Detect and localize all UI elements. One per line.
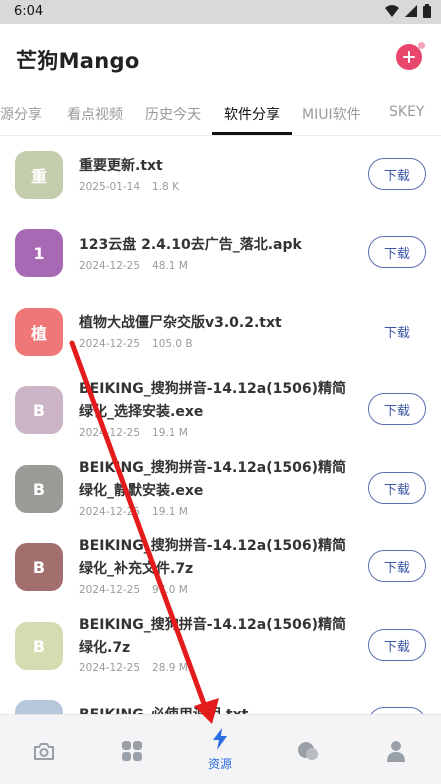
file-date: 2024-12-25 (79, 662, 141, 674)
nav-resources-label: 资源 (207, 757, 232, 771)
nav-chat[interactable] (264, 715, 352, 784)
category-tabs: 资源分享 看点视频 历史今天 软件分享 MIUI软件 SKEY (0, 94, 441, 136)
file-meta: 2024-12-25 19.1 M (79, 506, 200, 518)
file-avatar: B (15, 465, 63, 513)
file-avatar: 重 (15, 151, 63, 199)
grid-icon (122, 741, 142, 761)
active-tab-indicator (212, 132, 292, 135)
file-avatar: B (15, 700, 63, 714)
download-button[interactable]: 下载 (368, 707, 426, 714)
app-title: 芒狗Mango (16, 49, 140, 73)
list-item[interactable]: 植 植物大战僵尸杂交版v3.0.2.txt 2024-12-25 105.0 B … (0, 294, 441, 372)
download-button[interactable]: 下载 (368, 236, 426, 268)
download-button[interactable]: 下载 (368, 158, 426, 190)
list-item[interactable]: 1 123云盘 2.4.10去广告_落北.apk 2024-12-25 48.1 … (0, 215, 441, 293)
file-size: 19.1 M (152, 506, 188, 518)
file-date: 2024-12-25 (79, 260, 141, 272)
file-name: BEIKING_搜狗拼音-14.12a(1506)精简绿化.7z (79, 617, 347, 656)
file-name: BEIKING_搜狗拼音-14.12a(1506)精简绿化_选择安装.exe (79, 381, 347, 420)
status-icons (385, 4, 431, 18)
file-avatar: 1 (15, 229, 63, 277)
download-button[interactable]: 下载 (368, 550, 426, 582)
list-item[interactable]: B BEIKING_搜狗拼音-14.12a(1506)精简绿化_补充文件.7z … (0, 529, 441, 607)
file-date: 2024-12-25 (79, 506, 141, 518)
file-size: 97.0 M (152, 584, 188, 596)
file-list: 重 重要更新.txt 2025-01-14 1.8 K 下载 1 123云盘 2.… (0, 137, 441, 714)
chat-icon (298, 742, 318, 760)
download-button[interactable]: 下载 (368, 315, 426, 347)
file-name: 植物大战僵尸杂交版v3.0.2.txt (79, 315, 282, 331)
download-button[interactable]: 下载 (368, 472, 426, 504)
list-item[interactable]: 重 重要更新.txt 2025-01-14 1.8 K 下载 (0, 137, 441, 215)
file-meta: 2025-01-14 1.8 K (79, 181, 191, 193)
sparkle-icon (418, 42, 425, 49)
lightning-icon (213, 728, 227, 750)
list-item[interactable]: B BEIKING_搜狗拼音-14.12a(1506)精简绿化_静默安装.exe… (0, 451, 441, 529)
list-item[interactable]: B BEIKING_搜狗拼音-14.12a(1506)精简绿化_选择安装.exe… (0, 372, 441, 450)
file-size: 19.1 M (152, 427, 188, 439)
bottom-nav: 资源 (0, 714, 441, 784)
tab-skey[interactable]: SKEY (389, 104, 424, 120)
file-date: 2025-01-14 (79, 181, 141, 193)
download-button[interactable]: 下载 (368, 393, 426, 425)
file-meta: 2024-12-25 19.1 M (79, 427, 200, 439)
file-name: BEIKING_搜狗拼音-14.12a(1506)精简绿化_补充文件.7z (79, 538, 347, 577)
file-date: 2024-12-25 (79, 338, 141, 350)
list-item[interactable]: B BEIKING_必使用说明.txt 下载 (0, 686, 441, 714)
add-button[interactable] (396, 42, 425, 70)
file-meta: 2024-12-25 28.9 M (79, 662, 200, 674)
nav-camera[interactable] (0, 715, 88, 784)
tab-software-share[interactable]: 软件分享 (224, 104, 280, 124)
file-date: 2024-12-25 (79, 584, 141, 596)
file-avatar: B (15, 622, 63, 670)
app-bar: 芒狗Mango (0, 24, 441, 94)
tab-videos[interactable]: 看点视频 (67, 104, 123, 124)
download-button[interactable]: 下载 (368, 629, 426, 661)
battery-icon (423, 4, 431, 18)
signal-icon (405, 5, 417, 17)
camera-icon (34, 743, 54, 760)
status-time: 6:04 (14, 4, 44, 19)
wifi-icon (385, 5, 399, 17)
nav-profile[interactable] (352, 715, 440, 784)
nav-resources[interactable]: 资源 (176, 715, 264, 784)
file-meta: 2024-12-25 48.1 M (79, 260, 200, 272)
file-meta: 2024-12-25 105.0 B (79, 338, 205, 350)
profile-icon (387, 741, 405, 762)
file-avatar: 植 (15, 308, 63, 356)
file-size: 105.0 B (152, 338, 193, 350)
file-name: BEIKING_必使用说明.txt (79, 704, 359, 714)
file-name: 123云盘 2.4.10去广告_落北.apk (79, 237, 302, 253)
tab-resource-share[interactable]: 资源分享 (0, 104, 42, 124)
file-avatar: B (15, 543, 63, 591)
file-name: 重要更新.txt (79, 158, 163, 174)
file-size: 48.1 M (152, 260, 188, 272)
tab-history-today[interactable]: 历史今天 (145, 104, 201, 124)
tab-miui-software[interactable]: MIUI软件 (302, 104, 361, 124)
file-meta: 2024-12-25 97.0 M (79, 584, 200, 596)
file-size: 1.8 K (152, 181, 179, 193)
plus-icon (403, 51, 415, 63)
file-name: BEIKING_搜狗拼音-14.12a(1506)精简绿化_静默安装.exe (79, 460, 347, 499)
file-date: 2024-12-25 (79, 427, 141, 439)
file-size: 28.9 M (152, 662, 188, 674)
nav-apps[interactable] (88, 715, 176, 784)
list-item[interactable]: B BEIKING_搜狗拼音-14.12a(1506)精简绿化.7z 2024-… (0, 608, 441, 686)
file-avatar: B (15, 386, 63, 434)
status-bar: 6:04 (0, 0, 441, 24)
